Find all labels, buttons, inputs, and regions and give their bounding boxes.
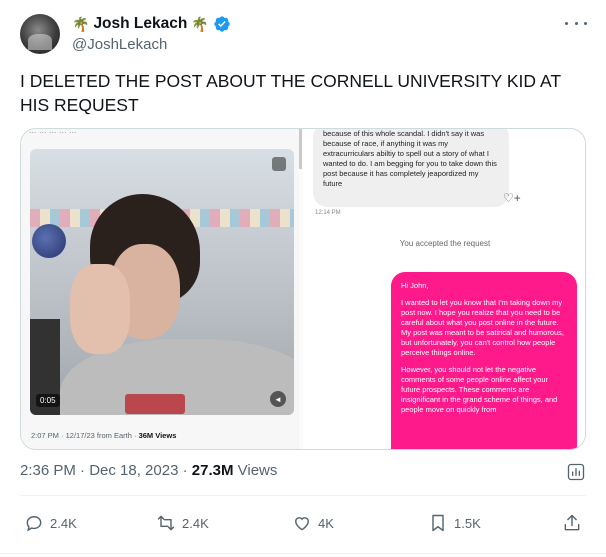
tweet-timestamp: 2:36 PM · Dec 18, 2023 · 27.3M Views — [20, 462, 277, 479]
bookmark-button[interactable]: 1.5K — [428, 512, 481, 534]
bookmark-icon — [432, 514, 444, 532]
repost-button[interactable]: 2.4K — [156, 512, 209, 534]
cut-off-text: ... ... ... ... ... — [29, 128, 77, 135]
divider — [20, 495, 586, 496]
heart-add-icon: ♡+ — [503, 191, 521, 205]
palm-emoji-right: 🌴 — [191, 16, 209, 32]
author-name-row[interactable]: 🌴 Josh Lekach 🌴 — [72, 14, 231, 34]
share-button[interactable] — [562, 512, 588, 534]
repost-icon — [157, 515, 175, 531]
reply-button[interactable]: 2.4K — [24, 512, 77, 534]
person-hand — [70, 264, 130, 354]
reply-icon — [26, 516, 42, 532]
display-name[interactable]: Josh Lekach — [93, 15, 187, 33]
dm-time: 12:14 PM — [315, 210, 341, 216]
reply-count: 2.4K — [50, 515, 77, 531]
bookmark-count: 1.5K — [454, 515, 481, 531]
action-bar: 2.4K 2.4K 4K 1.5K — [24, 512, 584, 534]
timestamp-time-date[interactable]: 2:36 PM · Dec 18, 2023 · — [20, 462, 192, 479]
dm-sent-paragraph: However, you should not let the negative… — [401, 365, 558, 414]
media-left-panel: ... ... ... ... ... 0:05 ◄ 2:07 PM · 12/… — [21, 129, 299, 449]
globe-decoration — [32, 224, 66, 258]
media-badge-icon — [272, 157, 286, 171]
tweet-text: I DELETED THE POST ABOUT THE CORNELL UNI… — [20, 71, 561, 115]
video-meta-views: 36M Views — [138, 431, 177, 440]
author-handle[interactable]: @JoshLekach — [72, 36, 167, 53]
like-button[interactable]: 4K — [292, 512, 334, 534]
like-count: 4K — [318, 515, 334, 531]
views-label: Views — [233, 462, 278, 479]
media-attachment[interactable]: ... ... ... ... ... 0:05 ◄ 2:07 PM · 12/… — [20, 128, 586, 450]
avatar[interactable] — [20, 14, 60, 54]
video-meta: 2:07 PM · 12/17/23 from Earth · 36M View… — [31, 431, 176, 440]
mute-icon[interactable]: ◄ — [270, 391, 286, 407]
analytics-icon[interactable] — [566, 462, 586, 482]
share-icon — [564, 514, 580, 531]
repost-count: 2.4K — [182, 515, 209, 531]
dm-sent-bubble: Hi John, I wanted to let you know that I… — [391, 272, 577, 449]
palm-emoji-left: 🌴 — [72, 16, 90, 32]
accepted-request-text: You accepted the request — [399, 239, 491, 248]
dm-sent-paragraph: I wanted to let you know that I'm taking… — [401, 298, 564, 357]
views-count: 27.3M — [191, 462, 234, 479]
like-icon — [295, 517, 309, 531]
video-duration: 0:05 — [36, 394, 60, 407]
sweatshirt-logo — [125, 394, 185, 414]
video-meta-time: 2:07 PM · 12/17/23 from Earth · — [31, 431, 139, 440]
dm-received-bubble: because of this whole scandal. I didn't … — [313, 129, 509, 207]
more-icon[interactable] — [565, 14, 587, 32]
verified-icon — [214, 16, 230, 32]
dm-sent-paragraph: Hi John, — [401, 281, 429, 290]
panel-scrollbar — [299, 129, 302, 169]
media-right-panel: because of this whole scandal. I didn't … — [303, 129, 585, 449]
divider-bottom — [0, 553, 606, 554]
video-thumbnail[interactable]: 0:05 ◄ — [30, 149, 294, 415]
